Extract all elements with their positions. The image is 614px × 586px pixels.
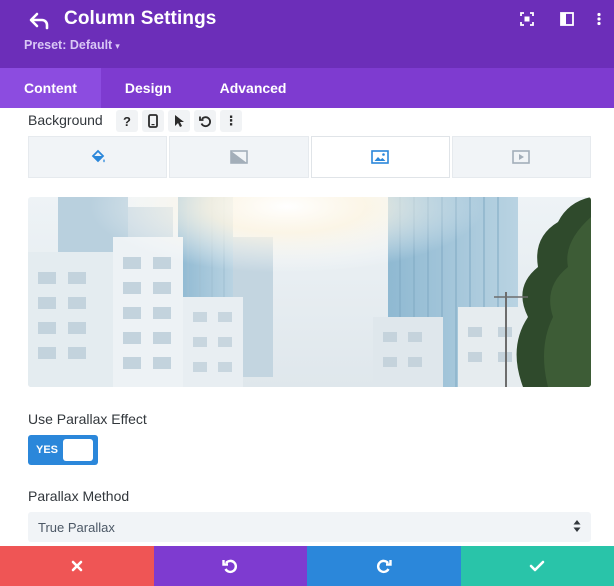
parallax-method-label: Parallax Method <box>28 488 130 504</box>
redo-icon <box>376 559 392 574</box>
parallax-method-select[interactable]: True Parallax <box>28 512 591 542</box>
more-options-icon[interactable]: ⋮ <box>220 110 242 132</box>
chevron-down-icon: ▾ <box>115 41 120 51</box>
page-title: Column Settings <box>64 8 217 29</box>
parallax-label: Use Parallax Effect <box>28 411 147 427</box>
save-button[interactable] <box>460 546 614 586</box>
preset-dropdown[interactable]: Preset: Default ▾ <box>24 38 120 52</box>
undo-icon <box>222 559 238 574</box>
image-icon <box>371 150 389 164</box>
redo-button[interactable] <box>307 546 461 586</box>
tab-content[interactable]: Content <box>0 68 101 108</box>
tab-design[interactable]: Design <box>101 68 196 108</box>
more-icon[interactable] <box>592 12 606 26</box>
background-label: Background <box>28 112 103 128</box>
parallax-method-value: True Parallax <box>38 520 115 535</box>
mobile-icon[interactable] <box>142 110 164 132</box>
settings-header: Column Settings Preset: Default ▾ <box>0 0 614 68</box>
background-image-preview[interactable] <box>28 197 591 387</box>
split-view-icon[interactable] <box>560 12 574 26</box>
settings-tabs: Content Design Advanced <box>0 68 614 108</box>
help-icon[interactable]: ? <box>116 110 138 132</box>
select-arrows-icon <box>573 520 581 532</box>
background-image-tab[interactable] <box>310 136 450 178</box>
city-skyline-image <box>28 197 591 387</box>
background-video-tab[interactable] <box>451 136 591 178</box>
color-fill-icon <box>91 149 105 163</box>
discard-button[interactable] <box>0 546 154 586</box>
fullscreen-icon[interactable] <box>520 12 534 26</box>
background-type-selector <box>28 136 591 178</box>
tab-advanced[interactable]: Advanced <box>196 68 311 108</box>
check-icon <box>529 560 545 572</box>
gradient-icon <box>230 150 248 164</box>
background-color-tab[interactable] <box>28 136 168 178</box>
parallax-toggle[interactable]: YES <box>28 435 98 465</box>
close-icon <box>71 560 83 572</box>
action-bar <box>0 546 614 586</box>
reset-icon[interactable] <box>194 110 216 132</box>
toggle-knob <box>63 439 93 461</box>
hover-cursor-icon[interactable] <box>168 110 190 132</box>
background-tools: ? ⋮ <box>116 110 242 132</box>
back-icon[interactable] <box>28 10 50 32</box>
background-gradient-tab[interactable] <box>169 136 309 178</box>
preset-label: Preset: Default <box>24 38 113 52</box>
video-icon <box>512 150 531 164</box>
toggle-state-text: YES <box>36 444 59 456</box>
undo-button[interactable] <box>153 546 307 586</box>
